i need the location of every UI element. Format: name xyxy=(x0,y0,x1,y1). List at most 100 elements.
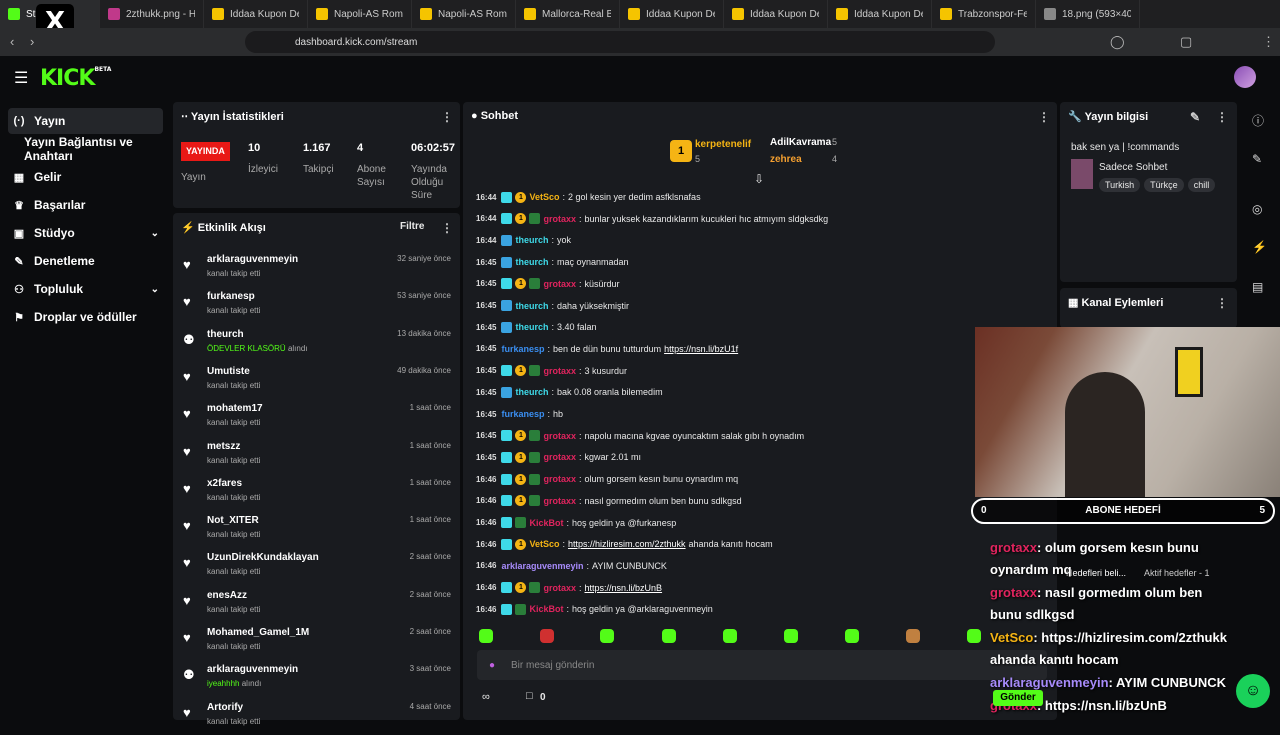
message-user[interactable]: KickBot xyxy=(529,518,563,528)
sidebar-item[interactable]: Yayın Bağlantısı ve Anahtarı xyxy=(8,135,163,163)
sidebar-item[interactable]: ⚇ Topluluk ⌄ xyxy=(8,276,163,302)
sidebar-item[interactable]: (·) Yayın xyxy=(8,108,163,134)
message-user[interactable]: grotaxx xyxy=(543,583,576,593)
active-goals[interactable]: Aktif hedefler - 1 xyxy=(1144,568,1210,578)
sidebar-item[interactable]: ▣ Stüdyo ⌄ xyxy=(8,220,163,246)
message-user[interactable]: theurch xyxy=(515,387,548,397)
sidebar-item[interactable]: ♛ Başarılar xyxy=(8,192,163,218)
badge-icon xyxy=(501,321,513,333)
activity-item[interactable]: ♥ arklaraguvenmeyin kanalı takip etti 32 sa… xyxy=(181,251,451,287)
activity-item[interactable]: ⚉ arklaraguvenmeyin iyeahhhh alındı 3 saat … xyxy=(181,661,451,697)
message-user[interactable]: grotaxx xyxy=(543,474,576,484)
activity-item[interactable]: ♥ Not_XITER kanalı takip etti 1 saat önce xyxy=(181,512,451,548)
browser-tab[interactable]: Napoli-AS Roma | xyxy=(412,0,516,28)
message-user[interactable]: furkanesp xyxy=(501,409,544,419)
activity-item[interactable]: ♥ furkanesp kanalı takip etti 53 saniye önc… xyxy=(181,288,451,324)
filter-button[interactable]: Filtre xyxy=(400,221,424,232)
message-user[interactable]: grotaxx xyxy=(543,496,576,506)
emote-icon[interactable] xyxy=(723,629,737,643)
activity-item[interactable]: ⚉ theurch ÖDEVLER KLASÖRÜ alındı 13 dakika … xyxy=(181,326,451,362)
activity-item[interactable]: ♥ enesAzz kanalı takip etti 2 saat önce xyxy=(181,587,451,623)
message-user[interactable]: VetSco xyxy=(529,192,559,202)
chat-bubble-icon[interactable]: ☺ xyxy=(1236,674,1270,708)
back-icon[interactable]: ‹ xyxy=(10,34,14,49)
emote-icon[interactable] xyxy=(540,629,554,643)
browser-tab[interactable]: İddaa Kupon Detay xyxy=(724,0,828,28)
hamburger-icon[interactable]: ☰ xyxy=(14,68,28,88)
message-link[interactable]: https://nsn.li/bzU1f xyxy=(664,344,738,354)
message-link[interactable]: https://hizliresim.com/2zthukk xyxy=(568,539,686,549)
emote-icon[interactable] xyxy=(784,629,798,643)
message-user[interactable]: arklaraguvenmeyin xyxy=(501,561,583,571)
activity-item[interactable]: ♥ Artorify kanalı takip etti 4 saat önce xyxy=(181,699,451,735)
leader-name[interactable]: zehrea xyxy=(770,154,802,165)
menu-icon[interactable]: ⋮ xyxy=(1262,34,1275,50)
message-user[interactable]: grotaxx xyxy=(543,431,576,441)
message-user[interactable]: furkanesp xyxy=(501,344,544,354)
url-field[interactable]: dashboard.kick.com/stream xyxy=(245,31,995,53)
emote-icon[interactable] xyxy=(967,629,981,643)
activity-item[interactable]: ♥ metszz kanalı takip etti 1 saat önce xyxy=(181,438,451,474)
edit-icon[interactable]: ✎ xyxy=(1190,110,1200,124)
chat-input[interactable]: ● Bir mesaj gönderin xyxy=(477,650,1047,680)
gift-icon[interactable]: □ xyxy=(526,690,533,702)
message-user[interactable]: KickBot xyxy=(529,604,563,614)
more-icon[interactable]: ⋮ xyxy=(441,110,453,124)
info-icon[interactable]: ⓘ xyxy=(1252,112,1264,129)
avatar[interactable] xyxy=(1234,66,1256,88)
tag[interactable]: Türkçe xyxy=(1144,178,1184,192)
emote-icon[interactable] xyxy=(845,629,859,643)
activity-item[interactable]: ♥ x2fares kanalı takip etti 1 saat önce xyxy=(181,475,451,511)
community-icon[interactable]: ∞ xyxy=(482,691,490,703)
kick-logo[interactable]: KICKBETA xyxy=(40,66,111,91)
activity-item[interactable]: ♥ Mohamed_Gamel_1M kanalı takip etti 2 saat… xyxy=(181,624,451,660)
more-icon[interactable]: ⋮ xyxy=(1038,110,1050,124)
expand-chevron-icon[interactable]: ⇩ xyxy=(754,172,764,186)
browser-tab[interactable]: İddaa Kupon Detay xyxy=(204,0,308,28)
activity-item[interactable]: ♥ Umutiste kanalı takip etti 49 dakika önce xyxy=(181,363,451,399)
translate-icon[interactable]: ◯ xyxy=(1110,34,1125,50)
emote-icon[interactable] xyxy=(479,629,493,643)
document-icon[interactable]: ▤ xyxy=(1252,280,1263,294)
browser-tab[interactable]: İddaa Kupon Detay xyxy=(620,0,724,28)
message-user[interactable]: grotaxx xyxy=(543,452,576,462)
message-user[interactable]: grotaxx xyxy=(543,366,576,376)
bolt-icon[interactable]: ⚡ xyxy=(1252,240,1267,254)
tag[interactable]: Turkish xyxy=(1099,178,1141,192)
message-user[interactable]: theurch xyxy=(515,235,548,245)
message-user[interactable]: theurch xyxy=(515,257,548,267)
more-icon[interactable]: ⋮ xyxy=(441,221,453,235)
browser-tab[interactable]: Mallorca-Real Betis xyxy=(516,0,620,28)
sidebar-icon[interactable]: ▢ xyxy=(1180,34,1192,50)
tag[interactable]: chill xyxy=(1187,178,1216,192)
category-name[interactable]: Sadece Sohbet xyxy=(1099,162,1167,173)
sidebar-item[interactable]: ▦ Gelir xyxy=(8,164,163,190)
browser-tab[interactable]: 2zthukk.png - Hızlı xyxy=(100,0,204,28)
message-user[interactable]: VetSco xyxy=(529,539,559,549)
send-button[interactable]: Gönder xyxy=(993,690,1043,706)
activity-item[interactable]: ♥ UzunDirekKundaklayan kanalı takip etti 2 … xyxy=(181,549,451,585)
sidebar-item[interactable]: ⚑ Droplar ve ödüller xyxy=(8,304,163,330)
browser-tab[interactable]: Napoli-AS Roma | xyxy=(308,0,412,28)
mic-icon[interactable]: ● xyxy=(489,660,495,671)
leader-name[interactable]: kerpetenelif xyxy=(695,139,751,150)
browser-tab[interactable]: İddaa Kupon Detay xyxy=(828,0,932,28)
more-icon[interactable]: ⋮ xyxy=(1216,110,1228,124)
pencil-icon[interactable]: ✎ xyxy=(1252,152,1262,166)
forward-icon[interactable]: › xyxy=(30,34,34,49)
browser-tab[interactable]: Trabzonspor-Fenerb xyxy=(932,0,1036,28)
message-user[interactable]: grotaxx xyxy=(543,214,576,224)
emote-icon[interactable] xyxy=(662,629,676,643)
more-icon[interactable]: ⋮ xyxy=(1216,296,1228,310)
message-user[interactable]: theurch xyxy=(515,322,548,332)
leader-name[interactable]: AdilKavrama xyxy=(770,137,831,148)
message-user[interactable]: theurch xyxy=(515,301,548,311)
message-link[interactable]: https://nsn.li/bzUnB xyxy=(585,583,663,593)
emote-icon[interactable] xyxy=(600,629,614,643)
target-icon[interactable]: ◎ xyxy=(1252,202,1262,216)
sidebar-item[interactable]: ✎ Denetleme xyxy=(8,248,163,274)
browser-tab[interactable]: 18.png (593×400) xyxy=(1036,0,1140,28)
emote-icon[interactable] xyxy=(906,629,920,643)
activity-item[interactable]: ♥ mohatem17 kanalı takip etti 1 saat önce xyxy=(181,400,451,436)
message-user[interactable]: grotaxx xyxy=(543,279,576,289)
